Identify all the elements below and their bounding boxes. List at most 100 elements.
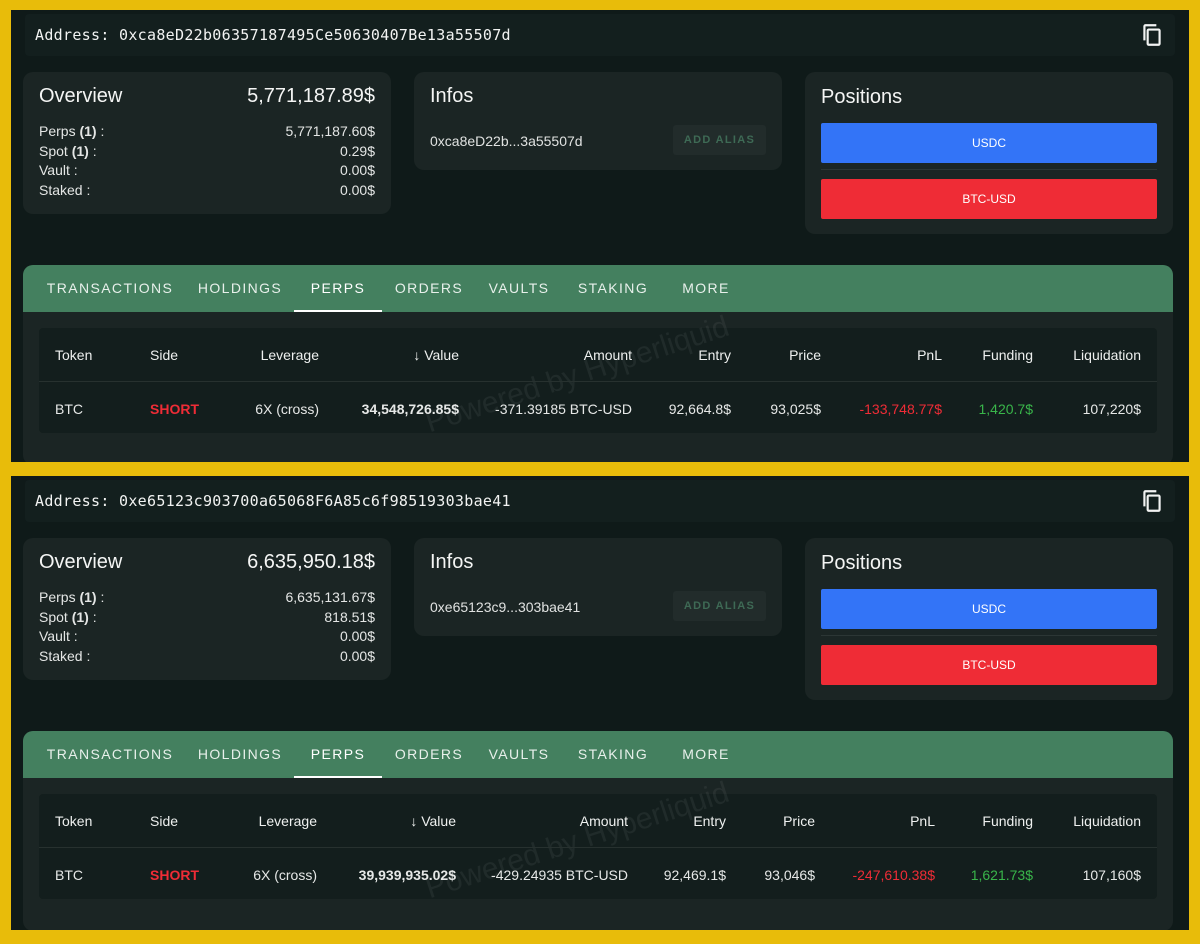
cell-entry: 92,664.8$ (668, 401, 731, 417)
add-alias-button[interactable]: ADD ALIAS (673, 591, 766, 621)
col-header-token[interactable]: Token (55, 813, 92, 829)
cell-price: 93,046$ (764, 867, 815, 883)
col-header-side[interactable]: Side (150, 813, 178, 829)
col-header-entry[interactable]: Entry (693, 813, 726, 829)
cell-pnl: -247,610.38$ (852, 867, 935, 883)
tab-perps[interactable]: PERPS (294, 265, 382, 312)
tab-vaults[interactable]: VAULTS (475, 731, 563, 778)
cell-liquidation: 107,160$ (1082, 867, 1141, 883)
tab-transactions[interactable]: TRANSACTIONS (35, 265, 185, 312)
overview-row-spot: Spot (1) : 0.29$ (39, 143, 375, 161)
address-bar: Address: 0xca8eD22b06357187495Ce50630407… (25, 14, 1175, 56)
overview-row-perps: Perps (1) : 6,635,131.67$ (39, 589, 375, 607)
col-header-liquidation[interactable]: Liquidation (1073, 347, 1141, 363)
address-bar: Address: 0xe65123c903700a65068F6A85c6f98… (25, 480, 1175, 522)
perps-table: Powered by Hyperliquid Token Side Levera… (39, 776, 1157, 905)
overview-row-value: 0.00$ (339, 648, 375, 664)
infos-title: Infos (430, 85, 474, 107)
watermark: Powered by Hyperliquid (421, 309, 734, 440)
col-header-amount[interactable]: Amount (584, 347, 632, 363)
address-text: Address: 0xca8eD22b06357187495Ce50630407… (35, 26, 511, 44)
overview-total: 5,771,187.89$ (247, 85, 375, 107)
col-header-pnl[interactable]: PnL (910, 813, 935, 829)
overview-row-count: (1) (71, 609, 89, 625)
col-header-value[interactable]: ↓ Value (413, 347, 459, 363)
tab-staking[interactable]: STAKING (564, 731, 662, 778)
cell-value: 39,939,935.02$ (358, 867, 456, 883)
overview-row-label: Vault : (39, 628, 78, 644)
overview-row-value: 0.00$ (339, 628, 375, 644)
overview-row-suffix: : (88, 143, 97, 159)
col-header-leverage[interactable]: Leverage (259, 813, 317, 829)
tab-staking[interactable]: STAKING (564, 265, 662, 312)
cell-pnl: -133,748.77$ (859, 401, 942, 417)
col-header-price[interactable]: Price (783, 813, 815, 829)
col-header-side[interactable]: Side (150, 347, 178, 363)
overview-row-staked: Staked : 0.00$ (39, 648, 375, 666)
col-header-token[interactable]: Token (55, 347, 92, 363)
overview-row-label: Perps (39, 123, 76, 139)
positions-title: Positions (821, 552, 903, 574)
col-header-leverage[interactable]: Leverage (261, 347, 319, 363)
cell-side: SHORT (150, 401, 199, 417)
col-header-entry[interactable]: Entry (698, 347, 731, 363)
add-alias-button[interactable]: ADD ALIAS (673, 125, 766, 155)
position-usdc-button[interactable]: USDC (821, 123, 1157, 163)
col-header-funding[interactable]: Funding (982, 813, 1033, 829)
address-value[interactable]: 0xe65123c903700a65068F6A85c6f98519303bae… (119, 492, 511, 510)
tab-orders[interactable]: ORDERS (385, 265, 473, 312)
overview-card: Overview 5,771,187.89$ Perps (1) : 5,771… (23, 72, 391, 214)
overview-row-vault: Vault : 0.00$ (39, 628, 375, 646)
col-header-funding[interactable]: Funding (982, 347, 1033, 363)
address-label: Address: (35, 492, 110, 510)
tab-perps[interactable]: PERPS (294, 731, 382, 778)
tab-holdings[interactable]: HOLDINGS (187, 731, 293, 778)
overview-row-label: Staked : (39, 182, 91, 198)
col-header-price[interactable]: Price (789, 347, 821, 363)
col-header-value-label: Value (421, 813, 456, 829)
account-panel-2: Address: 0xe65123c903700a65068F6A85c6f98… (11, 476, 1189, 930)
cell-token: BTC (55, 401, 83, 417)
cell-token: BTC (55, 867, 83, 883)
overview-row-label: Perps (39, 589, 76, 605)
overview-row-value: 0.00$ (339, 162, 375, 178)
tabs-card: TRANSACTIONS HOLDINGS PERPS ORDERS VAULT… (23, 265, 1173, 462)
cell-amount: -429.24935 BTC-USD (491, 867, 628, 883)
tab-holdings[interactable]: HOLDINGS (187, 265, 293, 312)
perps-table: Powered by Hyperliquid Token Side Levera… (39, 310, 1157, 439)
cell-liquidation: 107,220$ (1082, 401, 1141, 417)
position-btc-usd-button[interactable]: BTC-USD (821, 645, 1157, 685)
copy-icon[interactable] (1139, 488, 1165, 514)
overview-row-suffix: : (96, 589, 105, 605)
cell-funding: 1,420.7$ (978, 401, 1034, 417)
watermark: Powered by Hyperliquid (421, 775, 734, 906)
overview-row-label: Spot (39, 609, 68, 625)
overview-row-staked: Staked : 0.00$ (39, 182, 375, 200)
infos-short-address: 0xe65123c9...303bae41 (430, 599, 581, 615)
col-header-value[interactable]: ↓ Value (410, 813, 456, 829)
address-text: Address: 0xe65123c903700a65068F6A85c6f98… (35, 492, 511, 510)
overview-row-value: 5,771,187.60$ (285, 123, 375, 139)
account-panel-1: Address: 0xca8eD22b06357187495Ce50630407… (11, 10, 1189, 462)
overview-row-perps: Perps (1) : 5,771,187.60$ (39, 123, 375, 141)
copy-icon[interactable] (1139, 22, 1165, 48)
col-header-pnl[interactable]: PnL (917, 347, 942, 363)
col-header-liquidation[interactable]: Liquidation (1073, 813, 1141, 829)
tab-bar: TRANSACTIONS HOLDINGS PERPS ORDERS VAULT… (23, 731, 1173, 778)
divider (821, 169, 1157, 170)
arrow-down-icon: ↓ (413, 347, 421, 363)
tab-transactions[interactable]: TRANSACTIONS (35, 731, 185, 778)
col-header-value-label: Value (424, 347, 459, 363)
overview-row-count: (1) (79, 589, 97, 605)
position-btc-usd-button[interactable]: BTC-USD (821, 179, 1157, 219)
address-value[interactable]: 0xca8eD22b06357187495Ce50630407Be13a5550… (119, 26, 511, 44)
col-header-amount[interactable]: Amount (580, 813, 628, 829)
tab-more[interactable]: MORE (665, 731, 747, 778)
tab-bar: TRANSACTIONS HOLDINGS PERPS ORDERS VAULT… (23, 265, 1173, 312)
overview-row-value: 818.51$ (324, 609, 375, 625)
infos-card: Infos 0xe65123c9...303bae41 ADD ALIAS (414, 538, 782, 636)
tab-vaults[interactable]: VAULTS (475, 265, 563, 312)
tab-more[interactable]: MORE (665, 265, 747, 312)
position-usdc-button[interactable]: USDC (821, 589, 1157, 629)
tab-orders[interactable]: ORDERS (385, 731, 473, 778)
